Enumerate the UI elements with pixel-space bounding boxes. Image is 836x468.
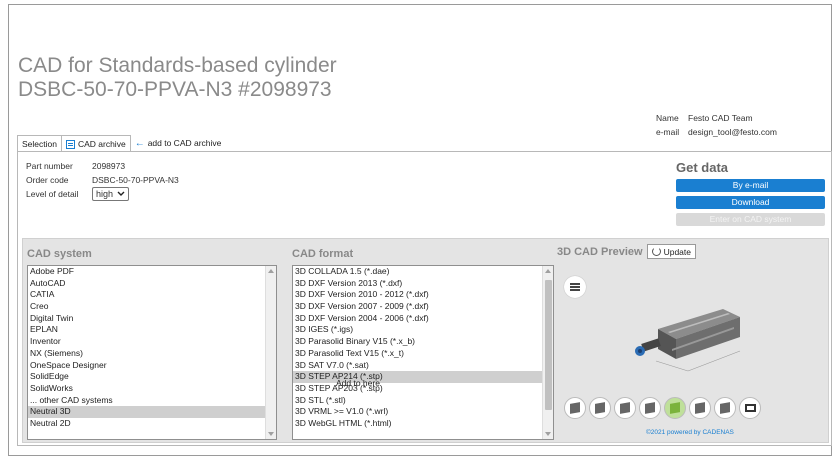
- cad-format-list-item[interactable]: 3D Parasolid Text V15 (*.x_t): [293, 348, 553, 360]
- cad-selection-area: CAD system Adobe PDF AutoCAD CATIA Creo Digi…: [22, 238, 829, 443]
- arrow-left-icon: ←: [134, 137, 145, 149]
- mesh-icon[interactable]: [689, 397, 711, 419]
- cad-system-list-item[interactable]: Inventor: [28, 336, 276, 348]
- cad-format-title: CAD format: [292, 248, 354, 260]
- page-title-line2: DSBC-50-70-PPVA-N3 #2098973: [18, 78, 332, 101]
- cad-system-list-item[interactable]: AutoCAD: [28, 278, 276, 290]
- cad-format-list-item[interactable]: 3D SAT V7.0 (*.sat): [293, 360, 553, 372]
- cad-format-list-item[interactable]: 3D VRML >= V1.0 (*.wrl): [293, 406, 553, 418]
- refresh-icon: [651, 247, 661, 256]
- cad-format-list-item[interactable]: 3D DXF Version 2007 - 2009 (*.dxf): [293, 301, 553, 313]
- cad-format-scrollbar[interactable]: [542, 266, 553, 439]
- tab-bar: Selection CAD archive ← add to CAD archi…: [17, 135, 225, 151]
- add-to-archive-label: add to CAD archive: [147, 138, 222, 148]
- cad-system-title: CAD system: [27, 248, 92, 260]
- contact-email-label: e-mail: [656, 127, 680, 137]
- cad-format-list-item[interactable]: 3D STL (*.stl): [293, 395, 553, 407]
- cad-system-list-item[interactable]: ... other CAD systems: [28, 395, 276, 407]
- cylinder-view-icon[interactable]: [664, 397, 686, 419]
- get-data-section: Get data By e-mail Download Enter on CAD…: [676, 160, 826, 230]
- scroll-up-icon[interactable]: [545, 269, 551, 273]
- preview-title: 3D CAD Preview: [557, 245, 643, 258]
- cad-format-list-item[interactable]: 3D Parasolid Binary V15 (*.x_b): [293, 336, 553, 348]
- cad-system-list[interactable]: Adobe PDF AutoCAD CATIA Creo Digital Twin EPL…: [27, 265, 277, 440]
- cad-system-list-item[interactable]: EPLAN: [28, 324, 276, 336]
- chevron-down-icon: [117, 187, 125, 201]
- cad-format-list-item[interactable]: 3D DXF Version 2013 (*.dxf): [293, 278, 553, 290]
- part-number-value: 2098973: [92, 161, 126, 171]
- view-buttons: [564, 397, 761, 419]
- selection-panel: Part number 2098973 Order code DSBC-50-70-…: [17, 151, 832, 446]
- cad-system-list-item[interactable]: Creo: [28, 301, 276, 313]
- screen-icon[interactable]: [739, 397, 761, 419]
- cad-system-list-item[interactable]: OneSpace Designer: [28, 360, 276, 372]
- cad-format-list-item[interactable]: 3D WebGL HTML (*.html): [293, 418, 553, 430]
- front-cube-icon[interactable]: [614, 397, 636, 419]
- cad-system-list-item[interactable]: CATIA: [28, 289, 276, 301]
- contact-email-value[interactable]: design_tool@festo.com: [688, 125, 777, 139]
- shaded-icon[interactable]: [714, 397, 736, 419]
- iso-solid-icon[interactable]: [564, 397, 586, 419]
- tooltip-text: Add to here: [336, 378, 380, 388]
- cad-system-list-item[interactable]: Adobe PDF: [28, 266, 276, 278]
- level-of-detail-select[interactable]: high: [92, 187, 130, 201]
- cad-system-list-item[interactable]: Neutral 3D: [28, 406, 276, 418]
- scroll-down-icon[interactable]: [545, 432, 551, 436]
- page-title: CAD for Standards-based cylinder DSBC-50…: [18, 54, 337, 102]
- enter-cad-system-button[interactable]: Enter on CAD system: [676, 213, 825, 226]
- contact-info: Name Festo CAD Team e-mail design_tool@fes…: [656, 111, 777, 139]
- order-code-label: Order code: [26, 175, 69, 185]
- part-number-label: Part number: [26, 161, 73, 171]
- cad-format-list-item[interactable]: 3D DXF Version 2010 - 2012 (*.dxf): [293, 289, 553, 301]
- cad-system-list-item[interactable]: SolidEdge: [28, 371, 276, 383]
- get-data-title: Get data: [676, 160, 729, 175]
- cad-format-list-item[interactable]: 3D DXF Version 2004 - 2006 (*.dxf): [293, 313, 553, 325]
- cad-system-list-item[interactable]: Digital Twin: [28, 313, 276, 325]
- scroll-down-icon[interactable]: [268, 432, 274, 436]
- by-email-button[interactable]: By e-mail: [676, 179, 825, 192]
- archive-icon: [65, 140, 75, 149]
- order-code-value: DSBC-50-70-PPVA-N3: [92, 175, 179, 185]
- cad-format-list-item[interactable]: 3D STEP AP203 (*.stp): [293, 383, 553, 395]
- contact-name-label: Name: [656, 113, 679, 123]
- preview-header: 3D CAD Preview Update: [557, 244, 697, 259]
- tab-cad-archive-label: CAD archive: [77, 139, 126, 149]
- scroll-up-icon[interactable]: [268, 269, 274, 273]
- scroll-thumb[interactable]: [545, 280, 552, 410]
- update-label: Update: [663, 246, 692, 257]
- cad-format-list-item[interactable]: 3D IGES (*.igs): [293, 324, 553, 336]
- download-button[interactable]: Download: [676, 196, 825, 209]
- update-button[interactable]: Update: [646, 244, 697, 259]
- cylinder-model-image[interactable]: [628, 301, 748, 381]
- level-of-detail-label: Level of detail: [26, 189, 79, 199]
- cad-system-scrollbar[interactable]: [265, 266, 276, 439]
- tab-selection[interactable]: Selection: [17, 135, 62, 151]
- iso-wire-icon[interactable]: [589, 397, 611, 419]
- tab-cad-archive[interactable]: CAD archive: [61, 135, 131, 151]
- page-title-line1: CAD for Standards-based cylinder: [18, 54, 337, 77]
- add-to-archive-link[interactable]: ← add to CAD archive: [131, 135, 226, 151]
- cad-preview: 3D CAD Preview Update ©2021 powered by C…: [554, 239, 830, 444]
- cad-system-list-item[interactable]: NX (Siemens): [28, 348, 276, 360]
- contact-name-value: Festo CAD Team: [688, 113, 753, 123]
- level-of-detail-value: high: [96, 189, 114, 199]
- powered-by-link[interactable]: ©2021 powered by CADENAS: [646, 429, 734, 436]
- cad-format-list-item[interactable]: 3D COLLADA 1.5 (*.dae): [293, 266, 553, 278]
- cad-format-list[interactable]: 3D COLLADA 1.5 (*.dae) 3D DXF Version 201…: [292, 265, 554, 440]
- cad-format-list-item[interactable]: 3D STEP AP214 (*.stp): [293, 371, 553, 383]
- part-info: Part number 2098973 Order code DSBC-50-70-…: [26, 159, 179, 201]
- menu-list-icon[interactable]: [564, 276, 586, 298]
- cad-system-list-item[interactable]: SolidWorks: [28, 383, 276, 395]
- side-cube-icon[interactable]: [639, 397, 661, 419]
- cad-system-list-item[interactable]: Neutral 2D: [28, 418, 276, 430]
